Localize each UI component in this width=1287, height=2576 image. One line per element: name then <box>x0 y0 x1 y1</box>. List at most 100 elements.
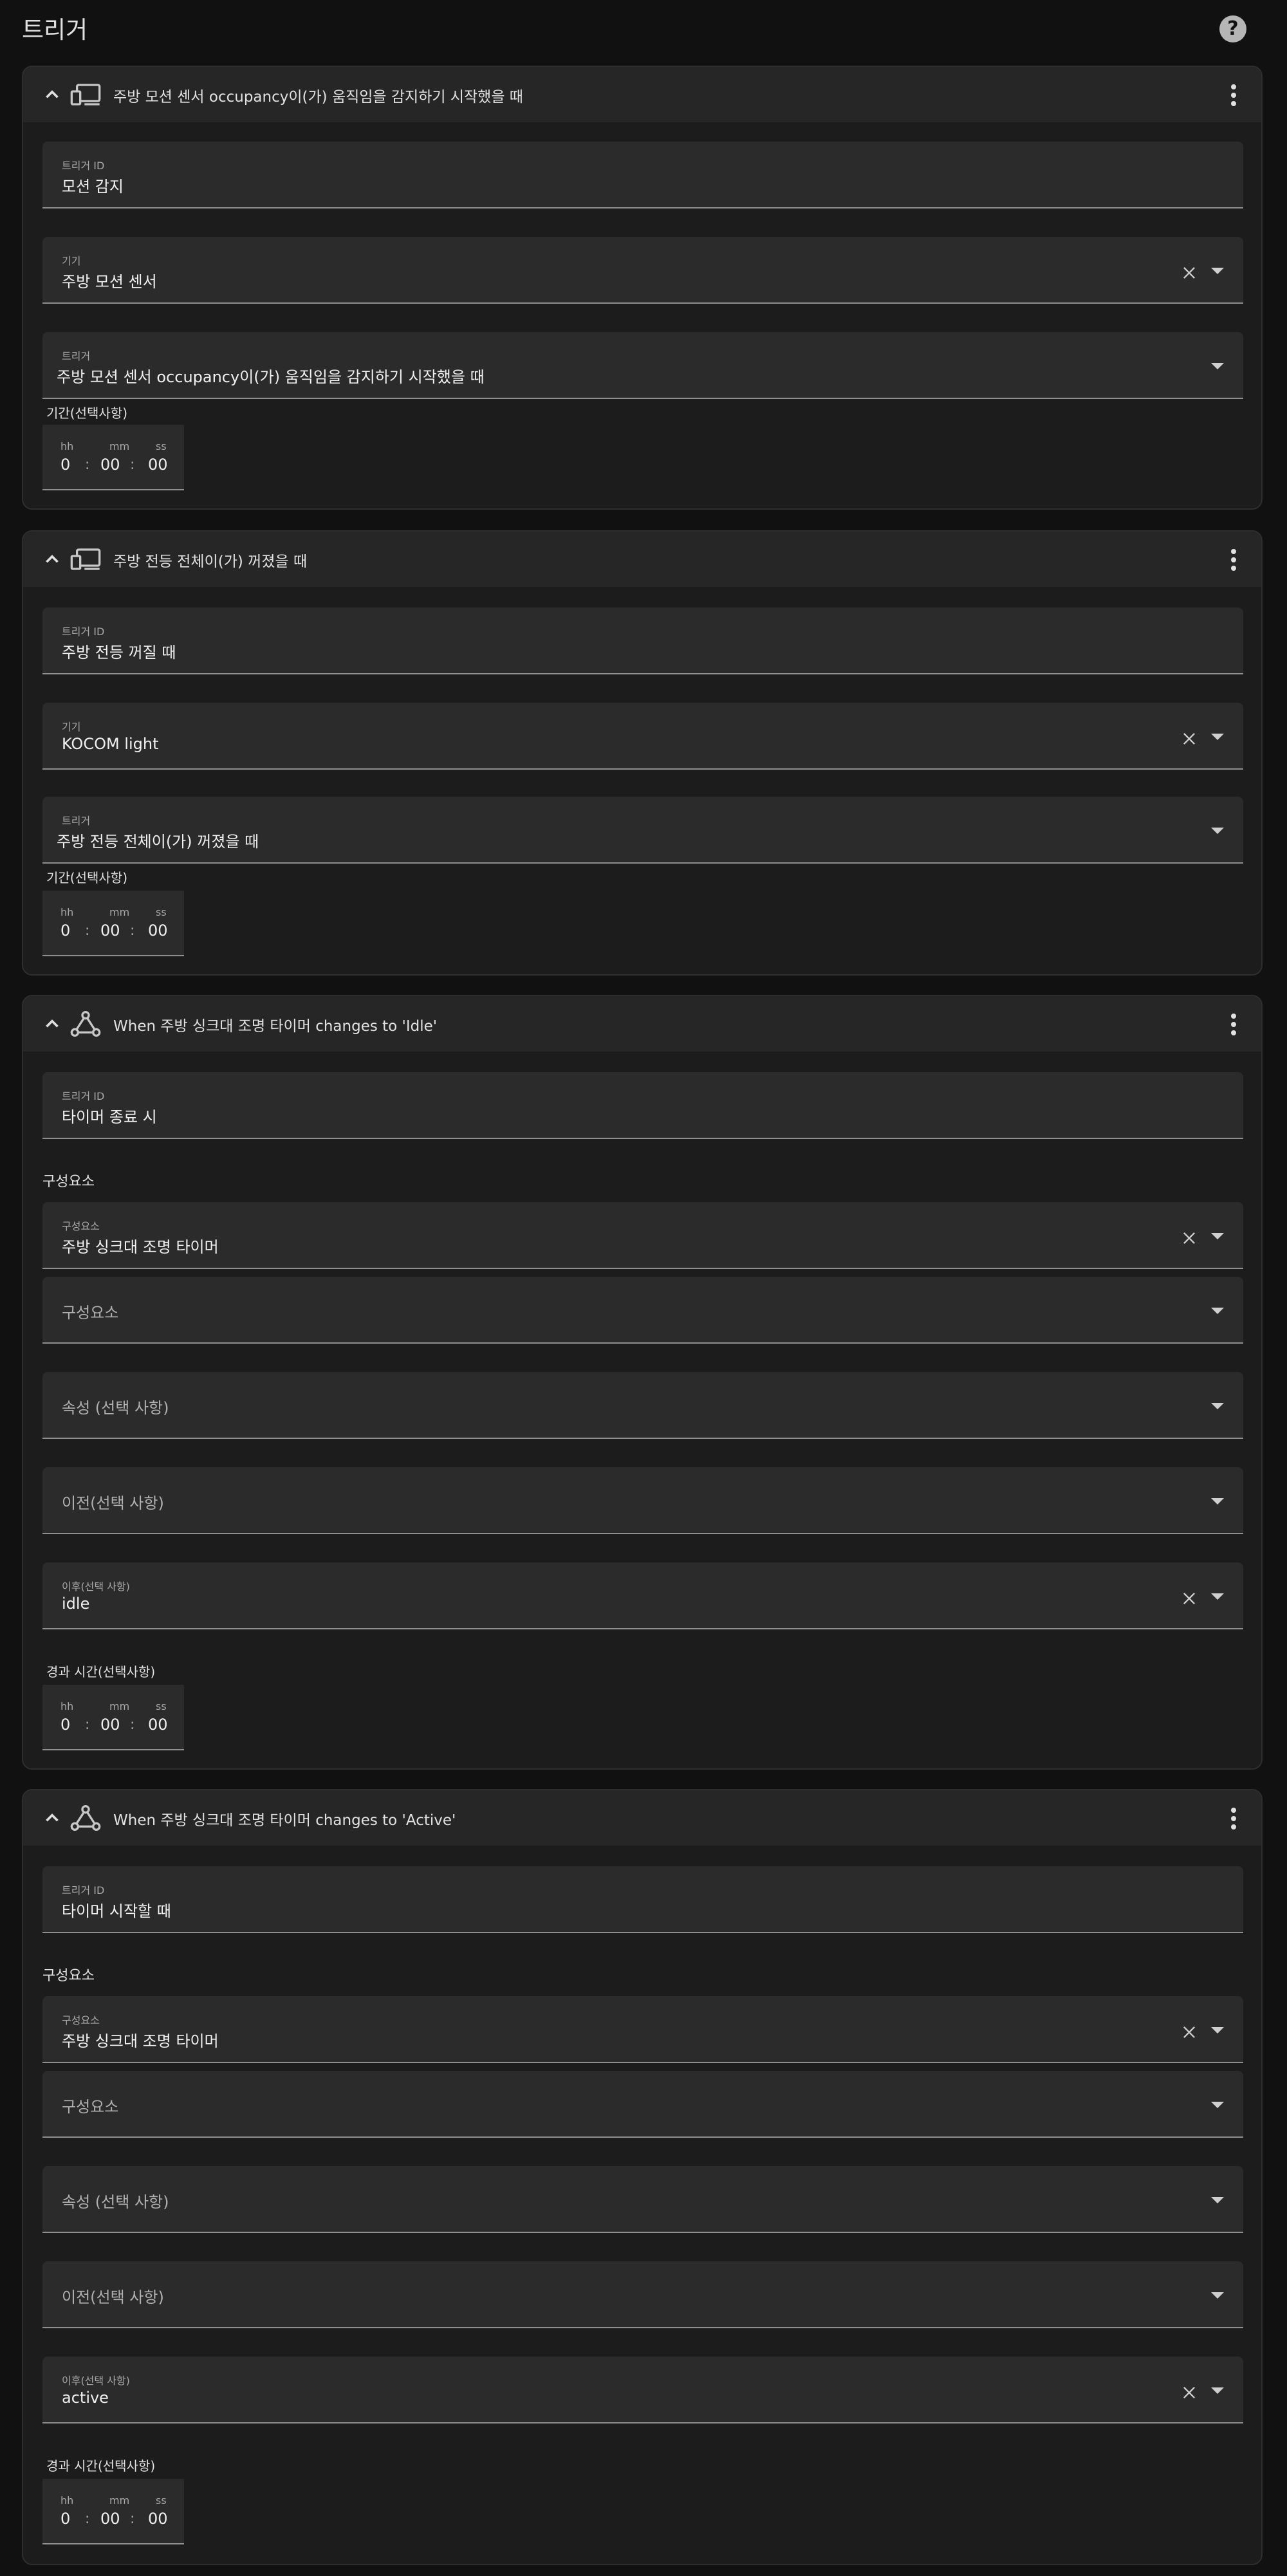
entity-add-select[interactable]: 구성요소 <box>42 2071 1243 2138</box>
duration-label: 경과 시간(선택사항) <box>46 2458 156 2474</box>
close-icon[interactable] <box>1180 1229 1198 1247</box>
trigger-card-header[interactable]: 주방 전등 전체이(가) 꺼졌을 때 <box>23 532 1261 587</box>
state-icon <box>70 1805 101 1831</box>
device-icon <box>70 84 101 106</box>
trigger-card-header[interactable]: When 주방 싱크대 조명 타이머 changes to 'Active' <box>23 1790 1261 1846</box>
duration-label: 기간(선택사항) <box>46 405 128 421</box>
close-icon[interactable] <box>1180 730 1198 748</box>
trigger-title: 주방 모션 센서 occupancy이(가) 움직임을 감지하기 시작했을 때 <box>113 89 523 106</box>
page-header: 트리거 ? <box>0 0 1287 58</box>
chevron-down-icon[interactable] <box>1211 2387 1224 2394</box>
field-value: 주방 전등 전체이(가) 꺼졌을 때 <box>57 833 259 851</box>
to-state-select[interactable]: 이후(선택 사항) idle <box>42 1562 1243 1629</box>
seconds-value[interactable]: 00 <box>148 2510 168 2528</box>
field-value: 주방 싱크대 조명 타이머 <box>62 2032 219 2050</box>
trigger-id-field[interactable]: 트리거 ID 모션 감지 <box>42 142 1243 208</box>
field-label: 기기 <box>62 255 81 267</box>
seconds-value[interactable]: 00 <box>148 456 168 474</box>
trigger-title: When 주방 싱크대 조명 타이머 changes to 'Idle' <box>113 1018 438 1035</box>
chevron-up-icon[interactable] <box>41 1013 63 1035</box>
field-value: idle <box>62 1595 90 1613</box>
close-icon[interactable] <box>1180 2023 1198 2041</box>
mm-label: mm <box>109 2494 130 2507</box>
trigger-select[interactable]: 트리거 주방 모션 센서 occupancy이(가) 움직임을 감지하기 시작했… <box>42 332 1243 399</box>
trigger-title: When 주방 싱크대 조명 타이머 changes to 'Active' <box>113 1812 456 1829</box>
help-circle-icon[interactable]: ? <box>1219 15 1246 42</box>
duration-input[interactable]: hh mm ss 0 : 00 : 00 <box>42 425 184 490</box>
more-vert-icon[interactable] <box>1224 81 1243 108</box>
entity-add-select[interactable]: 구성요소 <box>42 1277 1243 1344</box>
field-label: 이후(선택 사항) <box>62 1580 130 1593</box>
device-select[interactable]: 기기 KOCOM light <box>42 703 1243 770</box>
attribute-select[interactable]: 속성 (선택 사항) <box>42 1372 1243 1439</box>
more-vert-icon[interactable] <box>1224 546 1243 573</box>
seconds-value[interactable]: 00 <box>148 1716 168 1734</box>
chevron-down-icon[interactable] <box>1211 1308 1224 1314</box>
close-icon[interactable] <box>1180 264 1198 282</box>
seconds-value[interactable]: 00 <box>148 922 168 940</box>
from-state-select[interactable]: 이전(선택 사항) <box>42 1467 1243 1534</box>
chevron-down-icon[interactable] <box>1211 2027 1224 2034</box>
chevron-up-icon[interactable] <box>41 1807 63 1829</box>
mm-label: mm <box>109 440 130 452</box>
field-placeholder: 이전(선택 사항) <box>62 1494 164 1512</box>
field-label: 트리거 <box>62 350 91 362</box>
field-label: 구성요소 <box>62 1220 100 1232</box>
chevron-down-icon[interactable] <box>1211 1403 1224 1409</box>
ss-label: ss <box>156 2494 167 2507</box>
chevron-down-icon[interactable] <box>1211 2292 1224 2299</box>
chevron-down-icon[interactable] <box>1211 1593 1224 1600</box>
close-icon[interactable] <box>1180 1589 1198 1608</box>
trigger-select[interactable]: 트리거 주방 전등 전체이(가) 꺼졌을 때 <box>42 797 1243 864</box>
hh-label: hh <box>60 1700 74 1712</box>
duration-input[interactable]: hh mm ss 0 : 00 : 00 <box>42 2479 184 2544</box>
chevron-up-icon[interactable] <box>41 548 63 570</box>
chevron-down-icon[interactable] <box>1211 2197 1224 2203</box>
chevron-down-icon[interactable] <box>1211 1498 1224 1505</box>
device-select[interactable]: 기기 주방 모션 센서 <box>42 237 1243 304</box>
to-state-select[interactable]: 이후(선택 사항) active <box>42 2357 1243 2423</box>
chevron-down-icon[interactable] <box>1211 2102 1224 2108</box>
duration-label: 경과 시간(선택사항) <box>46 1664 156 1680</box>
ss-label: ss <box>156 1700 167 1712</box>
duration-input[interactable]: hh mm ss 0 : 00 : 00 <box>42 1685 184 1750</box>
chevron-down-icon[interactable] <box>1211 734 1224 740</box>
field-value: 주방 모션 센서 occupancy이(가) 움직임을 감지하기 시작했을 때 <box>57 368 485 386</box>
field-value: 주방 모션 센서 <box>62 273 157 291</box>
more-vert-icon[interactable] <box>1224 1010 1243 1037</box>
hh-label: hh <box>60 906 74 918</box>
field-placeholder: 구성요소 <box>62 1304 119 1322</box>
state-icon <box>70 1011 101 1037</box>
trigger-id-field[interactable]: 트리거 ID 타이머 시작할 때 <box>42 1866 1243 1933</box>
duration-input[interactable]: hh mm ss 0 : 00 : 00 <box>42 891 184 956</box>
entity-select[interactable]: 구성요소 주방 싱크대 조명 타이머 <box>42 1996 1243 2063</box>
more-vert-icon[interactable] <box>1224 1804 1243 1831</box>
minutes-value[interactable]: 00 <box>100 456 120 474</box>
entity-select[interactable]: 구성요소 주방 싱크대 조명 타이머 <box>42 1202 1243 1269</box>
chevron-down-icon[interactable] <box>1211 1233 1224 1239</box>
trigger-card-light: 주방 전등 전체이(가) 꺼졌을 때 트리거 ID 주방 전등 꺼질 때 기기 … <box>22 530 1263 976</box>
chevron-down-icon[interactable] <box>1211 828 1224 834</box>
chevron-down-icon[interactable] <box>1211 363 1224 369</box>
trigger-card-header[interactable]: When 주방 싱크대 조명 타이머 changes to 'Idle' <box>23 996 1261 1052</box>
minutes-value[interactable]: 00 <box>100 1716 120 1734</box>
device-icon <box>70 548 101 570</box>
trigger-card-header[interactable]: 주방 모션 센서 occupancy이(가) 움직임을 감지하기 시작했을 때 <box>23 67 1261 122</box>
field-label: 트리거 ID <box>62 625 105 638</box>
field-value: KOCOM light <box>62 735 159 753</box>
minutes-value[interactable]: 00 <box>100 2510 120 2528</box>
chevron-down-icon[interactable] <box>1211 268 1224 274</box>
field-value: 주방 싱크대 조명 타이머 <box>62 1238 219 1256</box>
trigger-id-field[interactable]: 트리거 ID 주방 전등 꺼질 때 <box>42 607 1243 674</box>
hours-value[interactable]: 0 <box>60 456 70 474</box>
field-placeholder: 속성 (선택 사항) <box>62 1399 169 1417</box>
from-state-select[interactable]: 이전(선택 사항) <box>42 2261 1243 2328</box>
chevron-up-icon[interactable] <box>41 84 63 106</box>
hours-value[interactable]: 0 <box>60 922 70 940</box>
hours-value[interactable]: 0 <box>60 2510 70 2528</box>
hours-value[interactable]: 0 <box>60 1716 70 1734</box>
attribute-select[interactable]: 속성 (선택 사항) <box>42 2166 1243 2233</box>
minutes-value[interactable]: 00 <box>100 922 120 940</box>
close-icon[interactable] <box>1180 2384 1198 2402</box>
trigger-id-field[interactable]: 트리거 ID 타이머 종료 시 <box>42 1072 1243 1139</box>
